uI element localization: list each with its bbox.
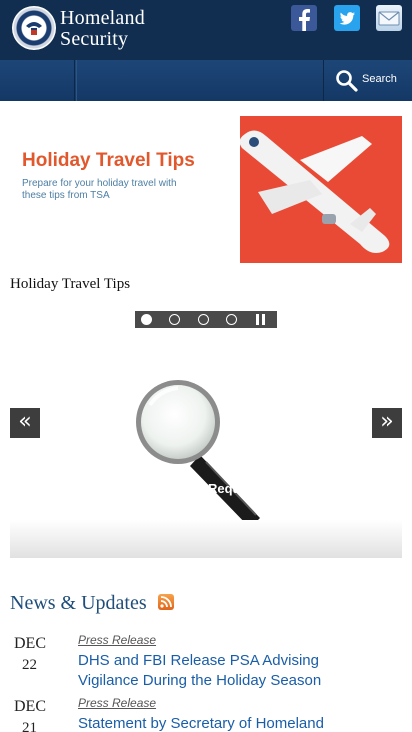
slide-caption-link[interactable]: Holiday Travel Tips [10,276,130,293]
news-headline-link[interactable]: Statement by Secretary of Homeland [78,714,378,732]
news-item: DEC 21 Press Release Statement by Secret… [0,696,412,732]
search-icon [336,70,358,92]
pager-dot-2[interactable] [169,314,180,325]
site-brand[interactable]: Homeland Security [60,8,145,50]
facebook-icon[interactable] [291,5,317,31]
brand-line-1: Homeland [60,7,145,29]
slide-subtitle: Prepare for your holiday travel with the… [22,178,177,201]
carousel-overlay-text: Reque [208,481,248,496]
news-headline-link[interactable]: DHS and FBI Release PSA Advising Vigilan… [78,651,378,691]
brand-line-2: Security [60,28,129,50]
carousel-bottom-bar [10,520,402,558]
slide-text-panel: Holiday Travel Tips Prepare for your hol… [10,116,240,263]
main-nav-bar: Search [0,60,412,101]
nav-divider [76,60,77,101]
pager-dot-4[interactable] [226,314,237,325]
news-item: DEC 22 Press Release DHS and FBI Release… [0,633,412,697]
featured-slide[interactable]: Holiday Travel Tips Prepare for your hol… [10,116,402,263]
news-date-month: DEC [14,635,46,652]
carousel-next-button[interactable]: » [372,408,402,438]
news-date-month: DEC [14,698,46,715]
email-icon[interactable] [376,5,402,31]
news-type-link[interactable]: Press Release [78,633,156,647]
news-date-day: 22 [22,657,37,673]
slide-title: Holiday Travel Tips [22,150,195,171]
carousel-prev-button[interactable]: « [10,408,40,438]
rss-icon[interactable] [158,594,174,610]
twitter-icon[interactable] [334,5,360,31]
pager-dot-3[interactable] [198,314,209,325]
news-date-day: 21 [22,720,37,732]
search-label: Search [362,73,397,85]
slideshow-pager [135,311,277,328]
feature-carousel [10,350,402,558]
search-button[interactable]: Search [323,60,412,101]
news-type-link[interactable]: Press Release [78,696,156,710]
site-header: Homeland Security [0,0,412,60]
menu-button[interactable] [0,60,75,101]
eagle-icon [24,18,44,38]
dhs-seal-logo[interactable] [12,6,56,50]
pager-dot-1[interactable] [141,314,152,325]
news-section-title[interactable]: News & Updates [10,592,147,615]
pause-icon[interactable] [255,314,266,325]
